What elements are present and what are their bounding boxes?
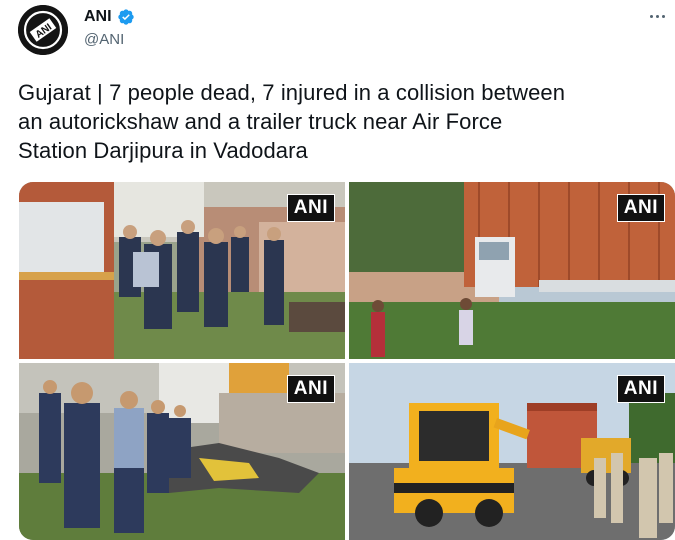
media-photo-3[interactable]: ANI [19, 363, 345, 540]
media-grid: ANI ANI ANI ANI [19, 182, 675, 540]
ani-watermark: ANI [286, 194, 335, 222]
author-handle[interactable]: @ANI [84, 30, 135, 50]
tweet-text-line: an autorickshaw and a trailer truck near… [18, 109, 503, 134]
media-photo-2[interactable]: ANI [349, 182, 675, 359]
media-photo-1[interactable]: ANI [19, 182, 345, 359]
tweet-text: Gujarat | 7 people dead, 7 injured in a … [18, 78, 673, 165]
tweet-text-line: Gujarat | 7 people dead, 7 injured in a … [18, 80, 566, 105]
ani-logo-icon: ANI [18, 5, 68, 55]
verified-badge-icon [117, 8, 135, 26]
author-avatar[interactable]: ANI [18, 5, 68, 55]
tweet-header: ANI ANI @ANI [18, 5, 668, 57]
author-info: ANI @ANI [84, 7, 135, 50]
ani-watermark: ANI [286, 375, 335, 403]
more-options-icon[interactable] [646, 9, 668, 23]
tweet-text-line: Station Darjipura in Vadodara [18, 138, 308, 163]
author-display-name[interactable]: ANI [84, 7, 112, 27]
media-photo-4[interactable]: ANI [349, 363, 675, 540]
ani-watermark: ANI [616, 375, 665, 403]
ani-watermark: ANI [616, 194, 665, 222]
